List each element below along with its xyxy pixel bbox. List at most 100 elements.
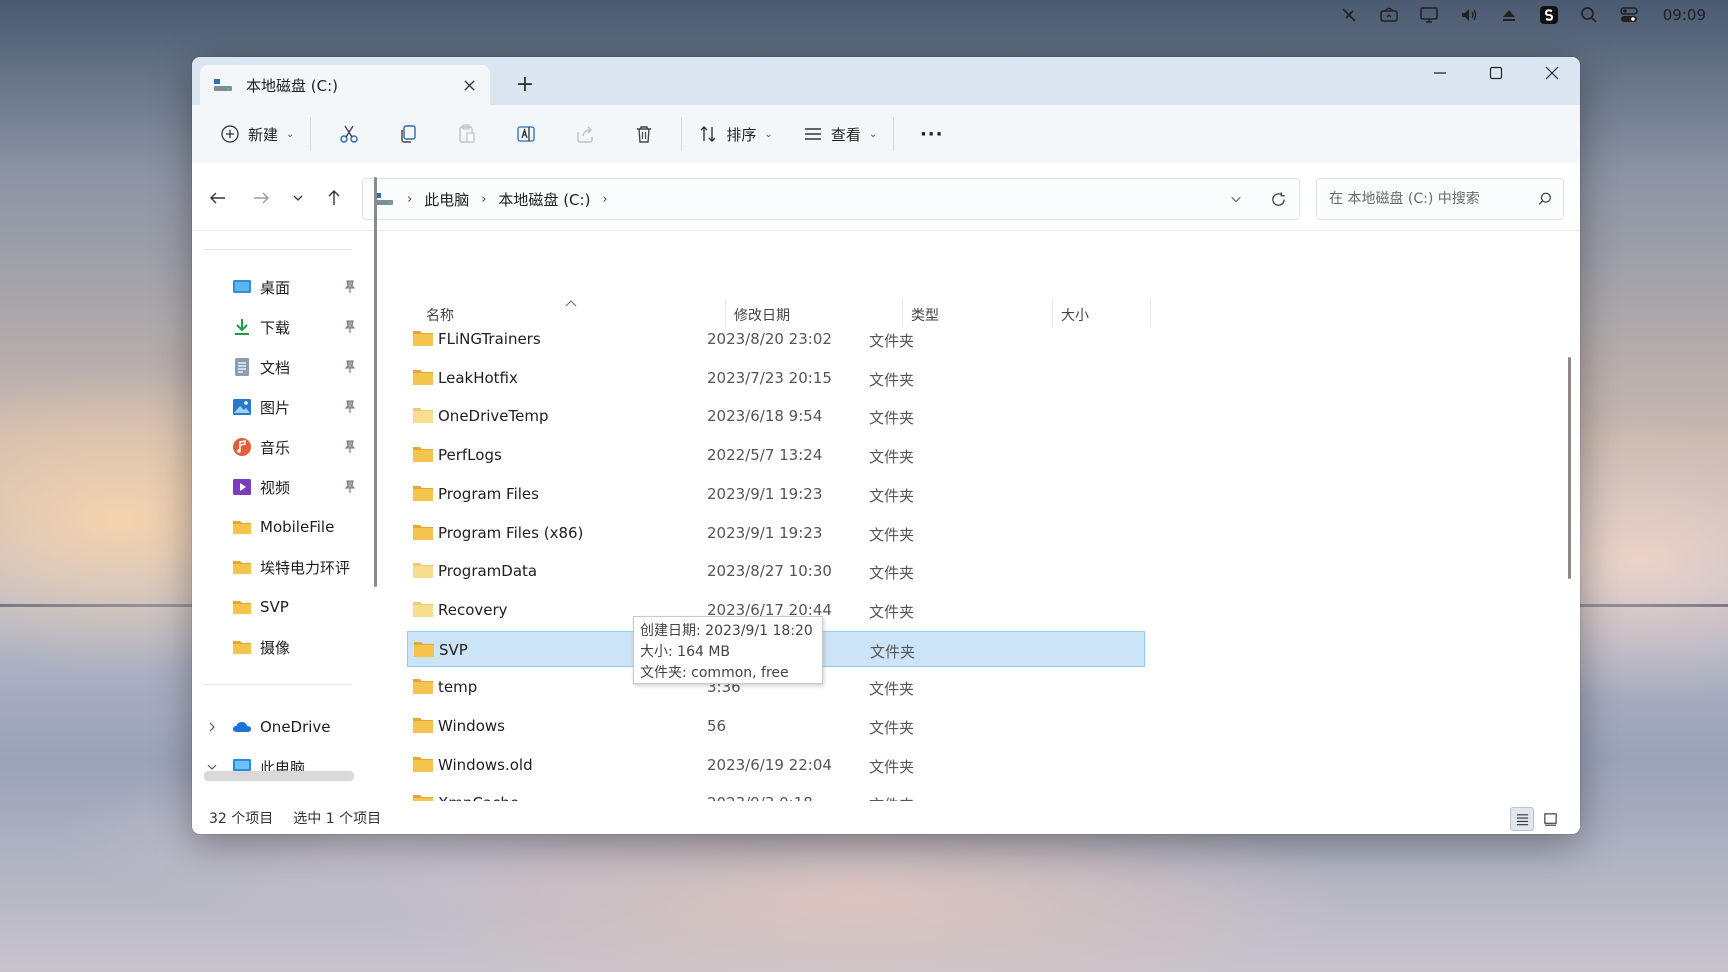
scissors-icon [340,125,358,143]
preview-view-button[interactable] [1538,807,1562,831]
table-row[interactable]: PerfLogs 2022/5/7 13:24 文件夹 [407,437,1145,473]
eject-icon[interactable] [1499,5,1519,25]
rename-button[interactable] [496,115,555,153]
paste-button[interactable] [437,115,496,153]
app-s-icon[interactable] [1539,5,1559,25]
close-window-button[interactable] [1524,57,1580,89]
search-box[interactable] [1316,178,1564,220]
tab-local-disk[interactable]: 本地磁盘 (C:) [200,65,490,105]
up-button[interactable] [319,183,349,213]
address-actions [1215,179,1299,219]
file-date: 2022/5/7 13:24 [707,446,823,465]
file-name: Program Files [438,484,539,503]
folder-icon [413,447,433,463]
close-icon [463,79,475,91]
arrow-left-icon [210,192,225,204]
file-type: 文件夹 [869,719,915,737]
toolbar-divider [310,117,312,151]
clock[interactable]: 09:09 [1663,6,1706,24]
copy-button[interactable] [378,115,437,153]
file-type: 文件夹 [869,409,915,428]
thumbnail-view-icon [1543,812,1557,826]
search-icon[interactable] [1527,191,1563,207]
file-type: 文件夹 [869,757,915,776]
minimize-button[interactable] [1412,57,1468,89]
column-divider[interactable] [1150,299,1151,327]
tooltip-created: 创建日期: 2023/9/1 18:20 [640,623,813,639]
volume-icon[interactable] [1459,5,1479,25]
display-icon[interactable] [1419,5,1439,25]
table-row[interactable]: Program Files 2023/9/1 19:23 文件夹 [407,476,1145,512]
table-row[interactable]: Windows 56 文件夹 [407,708,1145,744]
more-options-button[interactable]: ··· [902,115,961,153]
folder-icon [413,601,433,617]
file-tooltip: 创建日期: 2023/9/1 18:20 大小: 164 MB 文件夹: com… [633,616,823,684]
file-date: 2023/6/18 9:54 [707,407,823,426]
search-input[interactable] [1329,191,1527,207]
address-history-button[interactable] [1215,179,1257,219]
details-view-icon [1516,813,1528,825]
breadcrumb-this-pc[interactable]: 此电脑 [424,189,469,210]
control-center-icon[interactable] [1619,5,1639,25]
sort-icon [700,126,716,142]
pen-off-icon[interactable] [1339,5,1359,25]
sort-button[interactable]: 排序 ⌄ [690,115,780,153]
search-icon[interactable] [1579,5,1599,25]
view-button[interactable]: 查看 ⌄ [795,115,885,153]
table-row[interactable]: OneDriveTemp 2023/6/18 9:54 文件夹 [407,398,1145,434]
table-row[interactable]: ProgramData 2023/8/27 10:30 文件夹 [407,553,1145,589]
file-date: 2023/9/1 19:23 [707,484,823,503]
back-button[interactable] [203,183,233,213]
table-row[interactable]: Windows.old 2023/6/19 22:04 文件夹 [407,747,1145,783]
forward-button[interactable] [246,183,276,213]
delete-button[interactable] [614,115,673,153]
file-type: 文件夹 [869,602,915,621]
title-bar: 本地磁盘 (C:) + [192,57,1580,105]
tab-close-button[interactable] [454,70,484,100]
folder-icon [413,331,433,346]
chevron-down-icon: ⌄ [764,128,773,140]
chevron-right-icon[interactable]: › [602,192,607,207]
table-row[interactable]: LeakHotfix 2023/7/23 20:15 文件夹 [407,360,1145,396]
file-name: Program Files (x86) [438,523,584,542]
folder-icon [413,563,433,579]
file-type: 文件夹 [869,332,915,350]
plus-circle-icon [221,125,239,143]
tooltip-size: 大小: 164 MB [640,644,731,660]
close-icon [1545,66,1559,80]
file-date: 56 [707,717,727,735]
chevron-down-icon [293,195,303,201]
file-list-scrollbar[interactable] [1568,357,1571,579]
breadcrumb-local-disk[interactable]: 本地磁盘 (C:) [498,189,590,210]
folder-icon [413,718,433,733]
view-switcher [1510,807,1562,831]
command-bar: 新建 ⌄ 排序 ⌄ 查看 ⌄ ··· [192,105,1580,163]
view-label: 查看 [830,125,861,144]
refresh-button[interactable] [1257,179,1299,219]
file-date: 2023/7/23 20:15 [707,368,832,387]
refresh-icon [1271,191,1285,206]
table-row[interactable]: FLiNGTrainers 2023/8/20 23:02 文件夹 [407,321,1145,357]
share-button[interactable] [555,115,614,153]
tooltip-folders: 文件夹: common, free [640,665,789,681]
details-view-button[interactable] [1510,807,1534,831]
file-name: Windows.old [438,755,533,774]
file-date: 2023/6/19 22:04 [707,755,832,774]
cloud-drive-icon[interactable] [1379,5,1399,25]
table-row[interactable]: Program Files (x86) 2023/9/1 19:23 文件夹 [407,515,1145,551]
address-bar[interactable]: › 此电脑 › 本地磁盘 (C:) › [362,178,1300,220]
status-bar: 32 个项目 选中 1 个项目 [192,801,1580,834]
chevron-down-icon: ⌄ [286,128,295,140]
recent-locations-button[interactable] [283,183,313,213]
maximize-button[interactable] [1468,57,1524,89]
new-button[interactable]: 新建 ⌄ [212,115,302,153]
cut-button[interactable] [319,115,378,153]
file-list: 名称 修改日期 类型 大小 FLiNGTrainers 2023/8/20 23:… [192,231,1580,834]
tab-title: 本地磁盘 (C:) [246,76,338,95]
folder-icon [414,641,434,657]
sort-label: 排序 [726,125,757,144]
file-date: 2023/8/20 23:02 [707,330,832,348]
file-type: 文件夹 [869,525,915,544]
folder-icon [413,369,433,385]
new-tab-button[interactable]: + [510,69,540,99]
